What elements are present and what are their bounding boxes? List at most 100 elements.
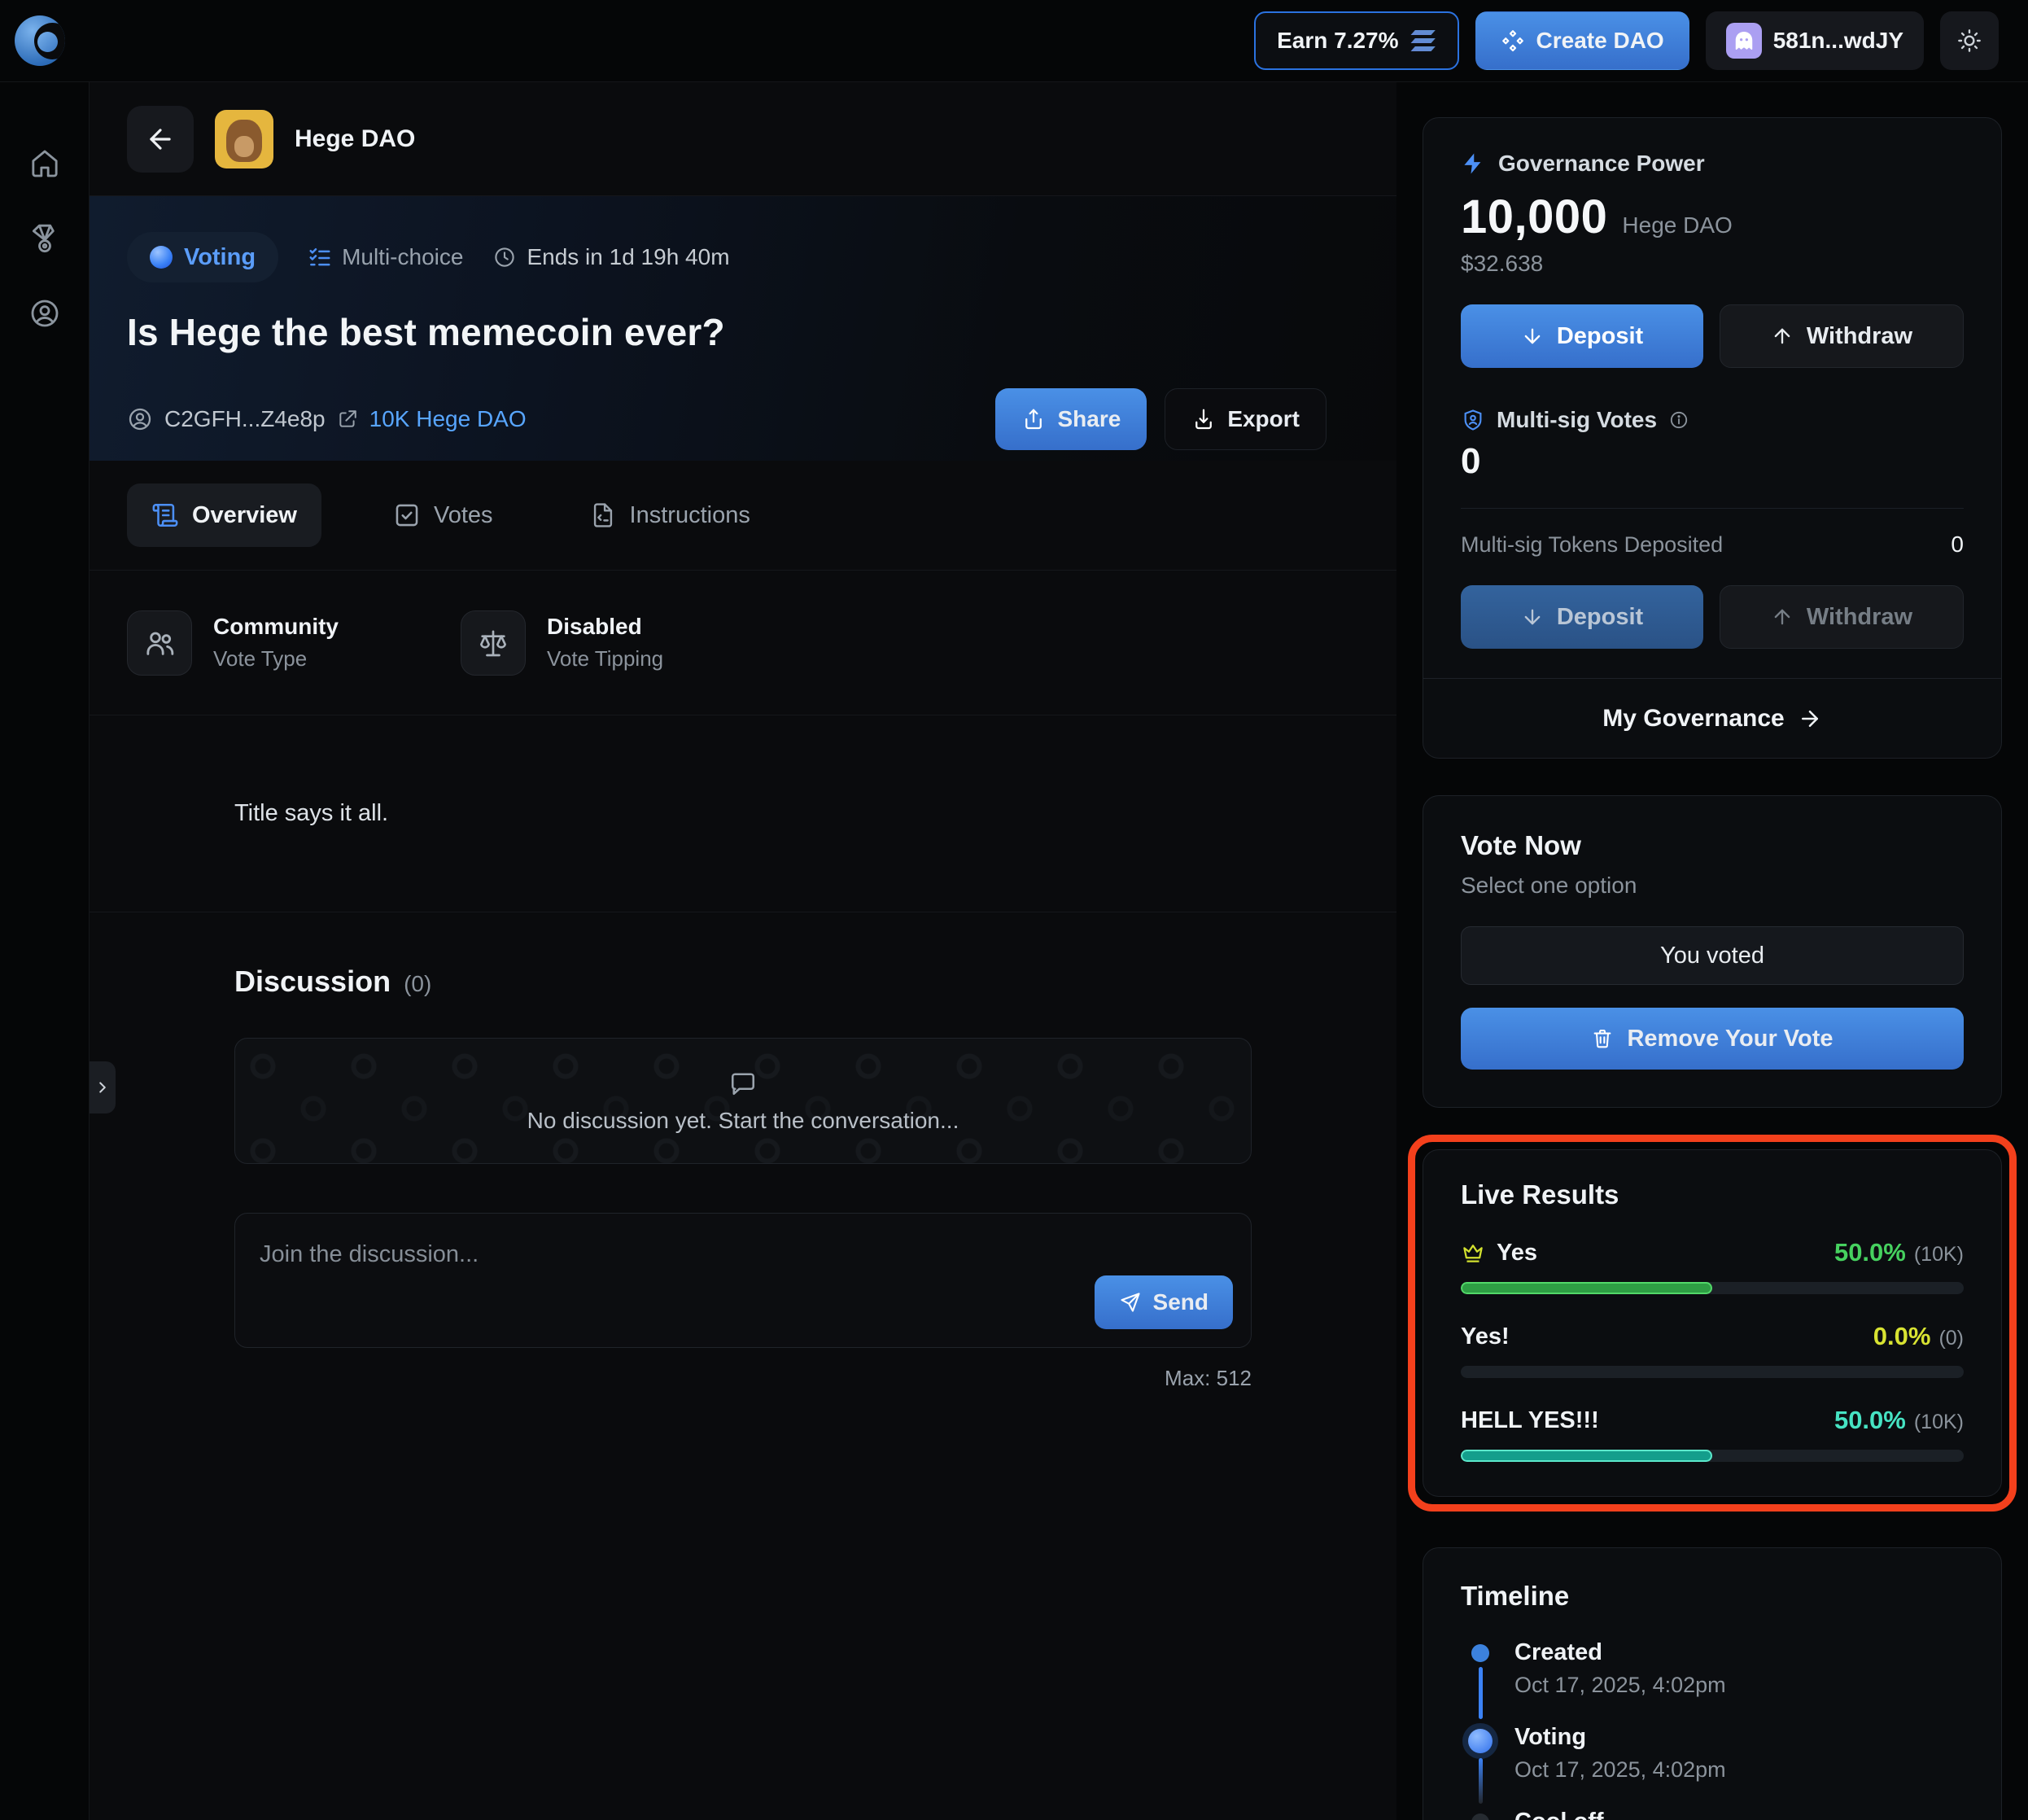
top-bar: Earn 7.27% Create DAO — [0, 0, 2028, 81]
multisig-withdraw-button[interactable]: Withdraw — [1720, 585, 1964, 649]
theme-toggle-button[interactable] — [1940, 11, 1999, 70]
result-progress-fill — [1461, 1282, 1712, 1294]
vote-type-item: Community Vote Type — [127, 610, 339, 676]
timeline-dot-done — [1471, 1644, 1489, 1662]
tab-bar: Overview Votes Instructions — [90, 461, 1396, 571]
share-button[interactable]: Share — [995, 388, 1147, 450]
home-icon[interactable] — [28, 147, 61, 180]
external-link-icon[interactable] — [337, 409, 358, 430]
info-icon[interactable] — [1668, 409, 1689, 431]
share-icon — [1021, 407, 1046, 431]
status-badge: Voting — [127, 232, 278, 282]
vote-tipping-item: Disabled Vote Tipping — [461, 610, 663, 676]
earn-label: Earn 7.27% — [1277, 28, 1398, 54]
main-content: Hege DAO Voting Multi-choice — [90, 81, 1396, 1820]
timeline-card: Timeline Created Oct 17, 2025, 4:02pm Vo… — [1423, 1547, 2002, 1820]
proposal-hero: Voting Multi-choice Ends in 1d 19h 40m — [90, 196, 1396, 461]
app-logo-icon[interactable] — [15, 15, 65, 66]
export-button[interactable]: Export — [1165, 388, 1327, 450]
countdown-label: Ends in 1d 19h 40m — [527, 244, 729, 270]
hero-actions: Share Export — [995, 388, 1327, 450]
back-button[interactable] — [127, 106, 194, 173]
multisig-tokens-value: 0 — [1951, 532, 1964, 558]
timeline-list: Created Oct 17, 2025, 4:02pm Voting Oct … — [1461, 1639, 1964, 1820]
create-dao-label: Create DAO — [1536, 28, 1664, 54]
dao-avatar[interactable] — [215, 110, 273, 168]
my-governance-link[interactable]: My Governance — [1423, 678, 2001, 758]
lightning-icon — [1461, 151, 1485, 176]
proposal-description: Title says it all. — [90, 715, 1396, 912]
author-power-link[interactable]: 10K Hege DAO — [369, 406, 527, 432]
proposal-type-label: Multi-choice — [342, 244, 463, 270]
right-panel: Governance Power 10,000 Hege DAO $32.638… — [1396, 81, 2028, 1820]
withdraw-button[interactable]: Withdraw — [1720, 304, 1964, 368]
create-dao-button[interactable]: Create DAO — [1475, 11, 1689, 70]
tab-votes-label: Votes — [434, 502, 493, 529]
tab-overview-label: Overview — [192, 502, 297, 529]
timeline-event-label: Voting — [1514, 1724, 1726, 1751]
send-button[interactable]: Send — [1095, 1275, 1233, 1329]
timeline-dot-active — [1468, 1729, 1493, 1753]
governance-power-label: Governance Power — [1498, 151, 1705, 177]
governance-usd-value: $32.638 — [1461, 251, 1964, 277]
tab-instructions[interactable]: Instructions — [565, 483, 775, 547]
discussion-header: Discussion (0) — [234, 965, 1252, 999]
multi-choice-icon — [308, 245, 332, 269]
earn-button[interactable]: Earn 7.27% — [1254, 11, 1458, 70]
rewards-medal-icon[interactable] — [28, 222, 61, 255]
vote-type-value: Community — [213, 614, 339, 640]
deposit-button[interactable]: Deposit — [1461, 304, 1703, 368]
timeline-event-date: Oct 17, 2025, 4:02pm — [1514, 1673, 1726, 1698]
arrow-right-icon — [1798, 707, 1822, 731]
governance-power-header: Governance Power — [1461, 151, 1964, 177]
crown-icon — [1461, 1240, 1485, 1265]
tab-votes[interactable]: Votes — [369, 483, 518, 547]
share-label: Share — [1057, 406, 1121, 432]
my-governance-label: My Governance — [1602, 705, 1784, 733]
wallet-button[interactable]: 581n...wdJY — [1706, 11, 1924, 70]
live-results-title: Live Results — [1461, 1179, 1964, 1210]
live-results-card: Live Results Yes 50.0% (10K) — [1423, 1149, 2002, 1497]
proposal-countdown: Ends in 1d 19h 40m — [492, 244, 729, 270]
multisig-tokens-label: Multi-sig Tokens Deposited — [1461, 532, 1723, 558]
timeline-event-label: Created — [1514, 1639, 1726, 1666]
result-progress-fill — [1461, 1450, 1712, 1462]
wallet-address-label: 581n...wdJY — [1773, 28, 1903, 54]
discussion-title: Discussion — [234, 965, 391, 999]
author-address[interactable]: C2GFH...Z4e8p — [164, 406, 326, 432]
send-plane-icon — [1119, 1291, 1142, 1314]
withdraw-label: Withdraw — [1807, 323, 1912, 350]
multisig-deposit-label: Deposit — [1557, 604, 1643, 631]
multisig-deposit-button[interactable]: Deposit — [1461, 585, 1703, 649]
tab-overview[interactable]: Overview — [127, 483, 321, 547]
status-label: Voting — [184, 244, 256, 271]
timeline-event-label: Cool off — [1514, 1809, 1726, 1820]
profile-icon[interactable] — [28, 297, 61, 330]
arrow-down-icon — [1521, 325, 1544, 348]
file-code-icon — [589, 501, 617, 529]
result-label: Yes! — [1461, 1323, 1510, 1350]
vote-tipping-label: Vote Tipping — [547, 646, 663, 672]
result-progress-track — [1461, 1366, 1964, 1378]
community-users-icon — [127, 610, 192, 676]
timeline-event-voting: Voting Oct 17, 2025, 4:02pm — [1461, 1724, 1964, 1809]
create-dao-icon — [1501, 28, 1525, 53]
shield-user-icon — [1461, 408, 1485, 432]
download-icon — [1191, 407, 1216, 431]
tab-instructions-label: Instructions — [630, 502, 750, 529]
top-actions: Earn 7.27% Create DAO — [1254, 11, 1999, 70]
remove-vote-button[interactable]: Remove Your Vote — [1461, 1008, 1964, 1070]
export-label: Export — [1227, 406, 1300, 432]
multisig-votes-header: Multi-sig Votes — [1461, 407, 1964, 433]
author-row: C2GFH...Z4e8p 10K Hege DAO Share — [127, 388, 1327, 450]
result-percent: 50.0% — [1834, 1406, 1906, 1435]
proposal-meta-row: Voting Multi-choice Ends in 1d 19h 40m — [127, 232, 1327, 282]
multisig-tokens-row: Multi-sig Tokens Deposited 0 — [1461, 532, 1964, 558]
arrow-down-icon — [1521, 606, 1544, 628]
discussion-input[interactable]: Join the discussion... Send — [234, 1213, 1252, 1348]
sidebar-expander[interactable] — [90, 1061, 116, 1113]
timeline-event-date: Oct 17, 2025, 4:02pm — [1514, 1757, 1726, 1783]
proposal-settings-row: Community Vote Type Disabled Vote Tippin… — [90, 571, 1396, 715]
remove-vote-label: Remove Your Vote — [1627, 1026, 1833, 1052]
discussion-max-length: Max: 512 — [234, 1366, 1252, 1391]
